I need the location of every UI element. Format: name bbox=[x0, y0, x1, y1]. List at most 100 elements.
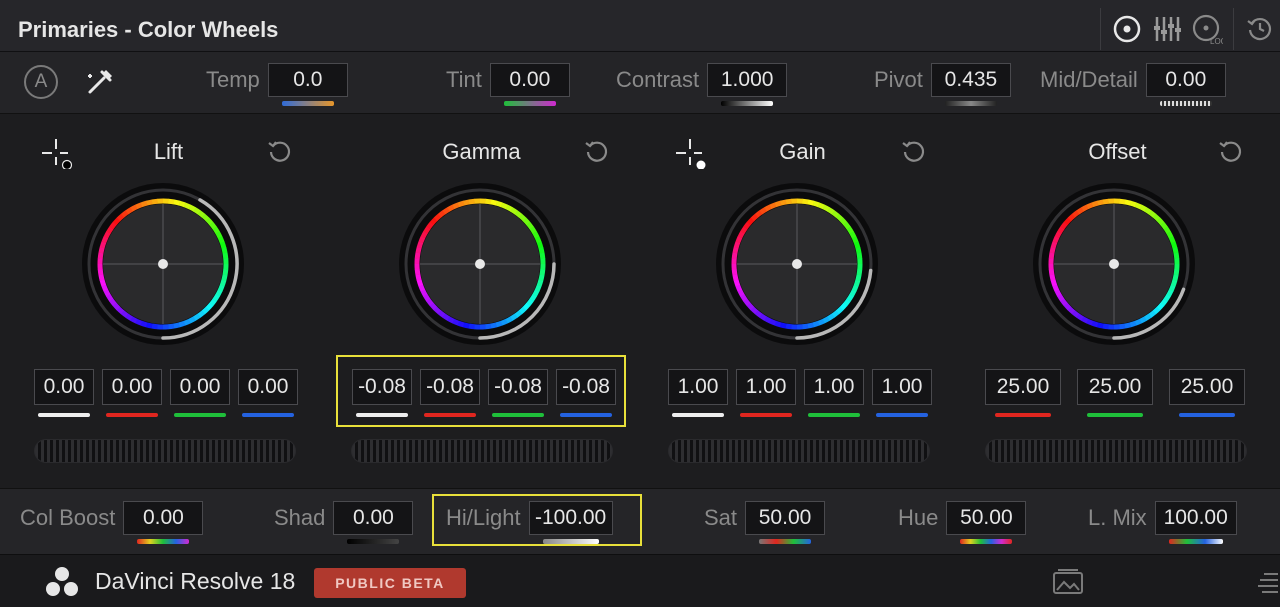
gain-master-value: 1.00 bbox=[677, 375, 719, 398]
hue-value: 50.00 bbox=[960, 506, 1013, 529]
offset-values: 25.00 25.00 25.00 bbox=[985, 369, 1245, 417]
hue-ring-segment bbox=[1052, 236, 1060, 244]
lift-jog-wheel[interactable] bbox=[34, 439, 296, 463]
gain-wheel[interactable] bbox=[714, 181, 880, 347]
gamma-red-field[interactable]: -0.08 bbox=[420, 369, 480, 417]
hue-ring-segment bbox=[737, 289, 745, 297]
hue-field[interactable]: 50.00 bbox=[946, 501, 1027, 544]
gamma-wheel[interactable] bbox=[397, 181, 563, 347]
hue-ring-segment bbox=[1172, 274, 1179, 282]
hue-ring-segment bbox=[415, 274, 422, 281]
contrast-field[interactable]: 1.000 bbox=[707, 63, 788, 106]
sat-field[interactable]: 50.00 bbox=[745, 501, 826, 544]
gain-blue-field[interactable]: 1.00 bbox=[872, 369, 932, 417]
offset-jog-wheel[interactable] bbox=[985, 439, 1247, 463]
hue-ring-segment bbox=[416, 279, 424, 287]
col-boost-control: Col Boost 0.00 bbox=[20, 500, 204, 544]
offset-green-field[interactable]: 25.00 bbox=[1077, 369, 1153, 417]
reset-icon[interactable] bbox=[266, 137, 294, 165]
l-mix-field[interactable]: 100.00 bbox=[1154, 501, 1237, 544]
hue-ring-segment bbox=[1057, 294, 1065, 302]
gallery-icon[interactable] bbox=[1052, 567, 1084, 597]
mid-detail-field[interactable]: 0.00 bbox=[1145, 63, 1226, 106]
hue-ring-segment bbox=[1160, 298, 1168, 307]
lift-master-field[interactable]: 0.00 bbox=[34, 369, 94, 417]
gamma-jog-wheel[interactable] bbox=[351, 439, 613, 463]
contrast-slider[interactable] bbox=[721, 101, 774, 106]
gamma-green-field[interactable]: -0.08 bbox=[488, 369, 548, 417]
gain-green-field[interactable]: 1.00 bbox=[804, 369, 864, 417]
hue-ring-segment bbox=[1148, 210, 1157, 218]
gain-red-field[interactable]: 1.00 bbox=[736, 369, 796, 417]
hue-ring-segment bbox=[1050, 279, 1058, 287]
offset-wheel[interactable] bbox=[1031, 181, 1197, 347]
reset-icon[interactable] bbox=[900, 137, 928, 165]
auto-balance-button[interactable]: A bbox=[24, 65, 58, 99]
lift-values: 0.00 0.00 0.00 0.00 bbox=[34, 369, 298, 417]
green-indicator bbox=[174, 413, 226, 417]
reset-icon[interactable] bbox=[1217, 137, 1245, 165]
l-mix-value: 100.00 bbox=[1163, 506, 1228, 529]
hue-ring-segment bbox=[437, 310, 446, 318]
hue-slider[interactable] bbox=[960, 539, 1013, 544]
hue-ring-segment bbox=[219, 279, 227, 287]
lift-master-value: 0.00 bbox=[43, 375, 85, 398]
reset-icon[interactable] bbox=[583, 137, 611, 165]
pivot-slider[interactable] bbox=[944, 101, 997, 106]
hue-ring-segment bbox=[500, 318, 508, 326]
hue-label: Hue bbox=[898, 505, 939, 530]
hue-ring-segment bbox=[209, 221, 217, 230]
wheel-center-handle bbox=[475, 259, 485, 269]
hue-ring-segment bbox=[851, 284, 859, 292]
l-mix-label: L. Mix bbox=[1088, 505, 1147, 530]
tint-field[interactable]: 0.00 bbox=[489, 63, 570, 106]
tint-value: 0.00 bbox=[509, 68, 551, 91]
col-boost-field[interactable]: 0.00 bbox=[123, 501, 204, 544]
hue-ring-segment bbox=[822, 316, 830, 324]
lift-green-field[interactable]: 0.00 bbox=[170, 369, 230, 417]
lift-wheel[interactable] bbox=[80, 181, 246, 347]
hue-ring-segment bbox=[856, 252, 863, 260]
hue-ring-segment bbox=[846, 226, 854, 234]
log-wheels-icon[interactable]: LOG bbox=[1187, 8, 1227, 50]
hi-light-slider[interactable] bbox=[542, 539, 599, 544]
eyedropper-icon[interactable] bbox=[82, 64, 118, 100]
offset-red-field[interactable]: 25.00 bbox=[985, 369, 1061, 417]
blue-indicator bbox=[242, 413, 294, 417]
hi-light-field[interactable]: -100.00 bbox=[528, 501, 613, 544]
master-indicator bbox=[38, 413, 90, 417]
l-mix-slider[interactable] bbox=[1168, 539, 1223, 544]
shad-field[interactable]: 0.00 bbox=[333, 501, 414, 544]
tint-slider[interactable] bbox=[503, 101, 556, 106]
hue-ring-segment bbox=[463, 199, 470, 206]
hue-ring-segment bbox=[1091, 320, 1099, 328]
color-wheels-icon[interactable] bbox=[1107, 8, 1147, 50]
gamma-blue-field[interactable]: -0.08 bbox=[556, 369, 616, 417]
col-boost-slider[interactable] bbox=[137, 539, 190, 544]
hue-ring-segment bbox=[1163, 294, 1171, 302]
bars-icon[interactable] bbox=[1147, 8, 1187, 50]
reset-all-icon[interactable] bbox=[1240, 8, 1280, 50]
resolve-logo-icon bbox=[44, 565, 80, 599]
hue-ring-segment bbox=[135, 202, 143, 210]
gain-jog-wheel[interactable] bbox=[668, 439, 930, 463]
hue-ring-segment bbox=[173, 322, 180, 329]
temp-field[interactable]: 0.0 bbox=[267, 63, 348, 106]
offset-blue-field[interactable]: 25.00 bbox=[1169, 369, 1245, 417]
lift-blue-field[interactable]: 0.00 bbox=[238, 369, 298, 417]
shad-slider[interactable] bbox=[347, 539, 400, 544]
lift-red-field[interactable]: 0.00 bbox=[102, 369, 162, 417]
bottom-parameters: Col Boost 0.00 Shad 0.00 Hi/Light -100.0… bbox=[0, 488, 1280, 554]
temp-slider[interactable] bbox=[281, 101, 334, 106]
sat-slider[interactable] bbox=[759, 539, 812, 544]
gamma-master-field[interactable]: -0.08 bbox=[352, 369, 412, 417]
hue-ring-segment bbox=[1102, 198, 1110, 205]
settings-menu-icon[interactable] bbox=[1256, 569, 1278, 595]
hue-ring-segment bbox=[1156, 302, 1165, 311]
hue-ring-segment bbox=[1081, 204, 1089, 212]
gain-master-field[interactable]: 1.00 bbox=[668, 369, 728, 417]
mid-detail-slider[interactable] bbox=[1159, 101, 1212, 106]
hue-ring-segment bbox=[769, 318, 777, 326]
pivot-field[interactable]: 0.435 bbox=[930, 63, 1011, 106]
hue-ring-segment bbox=[843, 221, 851, 230]
